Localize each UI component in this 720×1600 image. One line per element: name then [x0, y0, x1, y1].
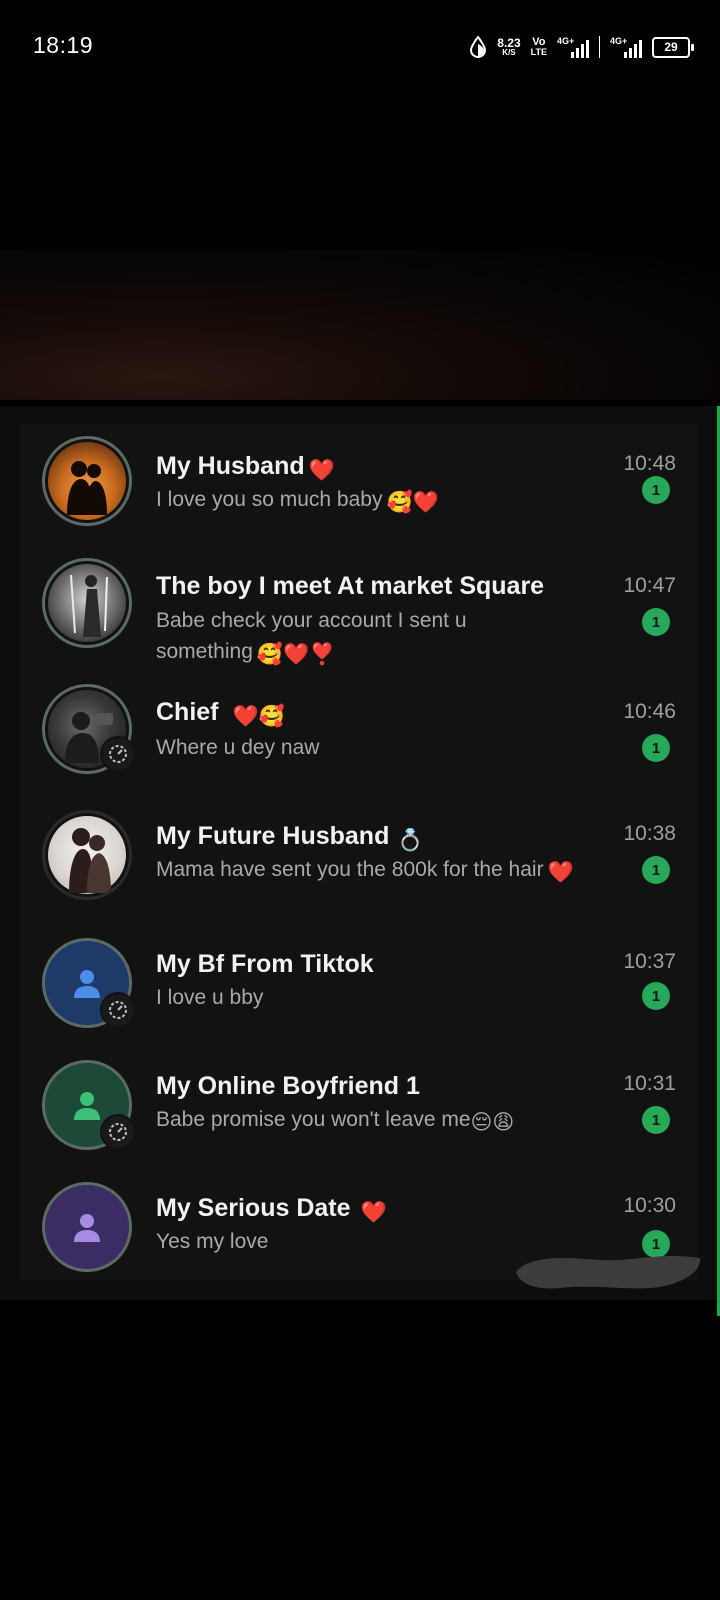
chat-preview-text: Yes my love — [156, 1230, 269, 1253]
data-saver-icon — [469, 36, 487, 58]
chat-time: 10:38 — [623, 822, 676, 845]
chat-name: My Husband ❤️ — [156, 452, 335, 483]
unread-badge: 1 — [642, 982, 670, 1010]
chat-name: My Serious Date ❤️ — [156, 1194, 387, 1225]
avatar[interactable] — [42, 558, 132, 648]
chat-preview: Babe promise you won't leave me😔😩 — [156, 1104, 606, 1138]
chat-name: The boy I meet At market Square — [156, 572, 544, 601]
chat-name-text: My Serious Date — [156, 1194, 351, 1222]
status-bar: 18:19 8.23 K/S Vo LTE 4G+ 4G+ 29 — [0, 0, 720, 96]
chat-time: 10:48 — [623, 452, 676, 475]
chat-name: My Online Boyfriend 1 — [156, 1072, 420, 1101]
chat-time: 10:46 — [623, 700, 676, 723]
chat-time: 10:31 — [623, 1072, 676, 1095]
chat-name-text: My Husband — [156, 452, 305, 480]
chat-time: 10:30 — [623, 1194, 676, 1217]
sim1-signal-icon: 4G+ — [557, 36, 589, 58]
avatar[interactable] — [42, 810, 132, 900]
chat-preview-emoji: 😔😩 — [470, 1111, 515, 1134]
chat-name-emoji: 💍 — [397, 829, 424, 852]
chat-name-emoji: ❤️🥰 — [232, 705, 285, 728]
chat-row-my-husband[interactable]: My Husband ❤️ I love you so much baby 🥰❤️ … — [20, 424, 698, 548]
battery-icon: 29 — [652, 36, 694, 58]
network-speed: 8.23 K/S — [497, 37, 520, 57]
chat-list-panel: My Husband ❤️ I love you so much baby 🥰❤️ … — [0, 406, 720, 1300]
status-timer-icon — [100, 736, 136, 772]
sim1-network-label: 4G+ — [557, 36, 575, 46]
status-icons: 8.23 K/S Vo LTE 4G+ 4G+ 29 — [469, 30, 694, 64]
chat-list: My Husband ❤️ I love you so much baby 🥰❤️ … — [20, 424, 698, 1280]
chat-preview-text: Where u dey naw — [156, 736, 320, 759]
unread-badge: 1 — [642, 734, 670, 762]
chat-name-text: Chief — [156, 698, 219, 726]
battery-level: 29 — [652, 36, 690, 58]
chat-row-chief[interactable]: Chief ❤️🥰 Where u dey naw 10:46 1 — [20, 674, 698, 798]
chat-preview: I love u bby — [156, 982, 606, 1013]
chat-name: Chief ❤️🥰 — [156, 698, 285, 729]
chat-preview-text: I love u bby — [156, 986, 264, 1009]
chat-name-emoji: ❤️ — [308, 459, 335, 482]
chat-name: My Future Husband 💍 — [156, 822, 424, 853]
redaction-scribble — [516, 1256, 701, 1289]
unread-badge: 1 — [642, 1106, 670, 1134]
chat-preview-text: I love you so much baby — [156, 488, 383, 511]
chat-preview-text: Babe promise you won't leave me — [156, 1108, 471, 1131]
blurred-video-background — [0, 250, 720, 400]
chat-preview: Babe check your account I sent u somethi… — [156, 605, 536, 670]
volte-bottom-label: LTE — [530, 47, 547, 57]
chat-name-emoji: ❤️ — [360, 1201, 387, 1224]
volte-icon: Vo LTE — [531, 37, 547, 57]
unread-badge: 1 — [642, 476, 670, 504]
chat-name-text: My Online Boyfriend 1 — [156, 1072, 420, 1100]
chat-name-text: My Bf From Tiktok — [156, 950, 374, 978]
chat-time: 10:47 — [623, 574, 676, 597]
avatar[interactable] — [42, 436, 132, 526]
status-divider — [599, 36, 600, 58]
chat-preview-text: Mama have sent you the 800k for the hair — [156, 858, 544, 881]
chat-row-bf-tiktok[interactable]: My Bf From Tiktok I love u bby 10:37 1 — [20, 926, 698, 1048]
chat-row-online-boyfriend[interactable]: My Online Boyfriend 1 Babe promise you w… — [20, 1048, 698, 1170]
chat-name-text: The boy I meet At market Square — [156, 572, 545, 600]
chat-preview-emoji: 🥰❤️❣️ — [256, 643, 336, 666]
chat-preview-emoji: 🥰❤️ — [386, 491, 439, 514]
chat-preview-emoji: ❤️ — [547, 861, 574, 884]
status-timer-icon — [100, 1114, 136, 1150]
status-timer-icon — [100, 992, 136, 1028]
chat-row-market-square[interactable]: The boy I meet At market Square Babe che… — [20, 548, 698, 674]
chat-row-future-husband[interactable]: My Future Husband 💍 Mama have sent you th… — [20, 798, 698, 926]
unread-badge: 1 — [642, 856, 670, 884]
chat-time: 10:37 — [623, 950, 676, 973]
chat-name-text: My Future Husband — [156, 822, 390, 850]
chat-preview: I love you so much baby 🥰❤️ — [156, 484, 606, 518]
chat-preview: Where u dey naw — [156, 732, 606, 763]
unread-badge: 1 — [642, 608, 670, 636]
chat-name: My Bf From Tiktok — [156, 950, 374, 979]
chat-preview: Mama have sent you the 800k for the hair… — [156, 854, 576, 888]
sim2-network-label: 4G+ — [610, 36, 628, 46]
network-speed-unit: K/S — [502, 48, 516, 57]
status-clock: 18:19 — [33, 32, 94, 58]
sim2-signal-icon: 4G+ — [610, 36, 642, 58]
avatar[interactable] — [42, 1182, 132, 1272]
